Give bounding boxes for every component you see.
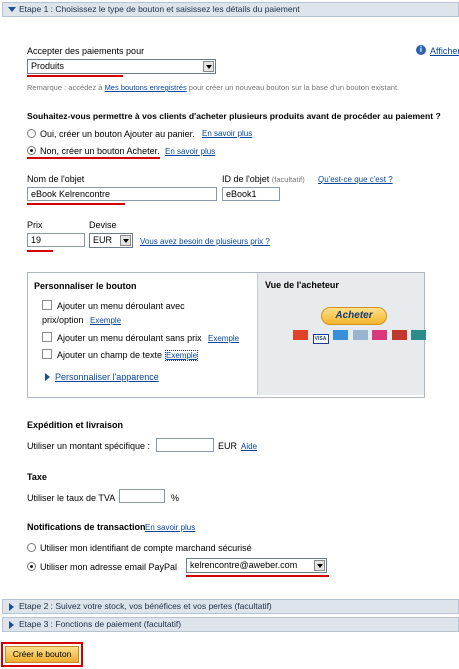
price-label: Prix	[27, 220, 43, 230]
example-link[interactable]: Exemple	[165, 350, 199, 361]
shipping-amount-field[interactable]	[156, 438, 214, 452]
item-id-optional: (facultatif)	[271, 175, 305, 184]
shipping-label: Utiliser un montant spécifique :	[27, 441, 151, 451]
bank-card-icon	[352, 330, 368, 340]
opt1-line1: Ajouter un menu déroulant avec	[57, 301, 185, 311]
highlight-underline	[27, 250, 53, 252]
buy-now-label: Acheter	[335, 310, 373, 321]
chevron-down-icon[interactable]	[120, 235, 131, 246]
customize-appearance-link[interactable]: Personnaliser l'apparence	[55, 372, 159, 382]
item-id-label: ID de l'objet (facultatif)	[222, 174, 305, 184]
currency-select[interactable]: EUR	[89, 233, 133, 248]
chevron-down-icon[interactable]	[203, 61, 214, 72]
notify-title: Notifications de transaction	[27, 522, 146, 532]
mastercard-icon	[293, 330, 308, 340]
card-logos: VISA	[293, 330, 427, 344]
step3-title: Etape 3 : Fonctions de paiement (faculta…	[19, 619, 182, 629]
radio-paypal-email[interactable]	[27, 562, 36, 571]
tax-unit: %	[171, 493, 180, 503]
help-link[interactable]: Afficher	[430, 46, 459, 56]
tax-rate-field[interactable]	[119, 489, 165, 503]
highlight-underline	[27, 157, 160, 159]
chevron-down-icon[interactable]	[314, 560, 325, 571]
currency-value: EUR	[93, 235, 113, 245]
payment-type-select[interactable]: Produits	[27, 59, 216, 74]
highlight-underline	[27, 75, 123, 77]
create-button-label: Créer le bouton	[12, 649, 72, 659]
highlight-underline	[27, 203, 125, 205]
card-icon	[372, 330, 388, 340]
tax-title: Taxe	[27, 472, 47, 482]
step1-title: Etape 1 : Choisissez le type de bouton e…	[19, 4, 300, 14]
expand-triangle-icon	[9, 603, 14, 611]
shipping-currency: EUR	[218, 441, 238, 451]
learn-more-link[interactable]: En savoir plus	[165, 147, 215, 156]
remark-text: Remarque : accédez à Mes boutons enregis…	[27, 83, 399, 92]
step2-title: Etape 2 : Suivez votre stock, vos bénéfi…	[19, 601, 272, 611]
item-name-label: Nom de l'objet	[27, 174, 85, 184]
step3-header[interactable]: Etape 3 : Fonctions de paiement (faculta…	[2, 617, 459, 632]
item-id-label-text: ID de l'objet	[222, 174, 270, 184]
example-link[interactable]: Exemple	[208, 334, 239, 343]
radio-merchant-id[interactable]	[27, 543, 36, 552]
item-name-field[interactable]: eBook Kelrencontre	[27, 187, 217, 201]
step2-header[interactable]: Etape 2 : Suivez votre stock, vos bénéfi…	[2, 599, 459, 614]
accept-label: Accepter des paiements pour	[27, 46, 145, 56]
collapse-triangle-icon	[8, 7, 16, 12]
checkbox-dropdown-price[interactable]	[42, 300, 52, 310]
currency-label: Devise	[89, 220, 117, 230]
radio-buy-now[interactable]	[27, 146, 36, 155]
option-secure-label: Utiliser mon identifiant de compte march…	[40, 543, 252, 553]
card-icon	[411, 330, 427, 340]
step1-header[interactable]: Etape 1 : Choisissez le type de bouton e…	[2, 2, 459, 17]
shipping-title: Expédition et livraison	[27, 420, 124, 430]
example-link[interactable]: Exemple	[90, 316, 121, 325]
payment-type-value: Produits	[31, 61, 65, 71]
notify-learn-more-link[interactable]: En savoir plus	[145, 523, 195, 532]
opt1-line2: prix/option	[42, 315, 84, 325]
option-yes-label: Oui, créer un bouton Ajouter au panier.	[40, 129, 195, 139]
create-button[interactable]: Créer le bouton	[5, 646, 79, 663]
amex-icon	[333, 330, 349, 340]
card-icon	[391, 330, 407, 340]
tax-label: Utiliser le taux de TVA	[27, 493, 116, 503]
item-id-help-link[interactable]: Qu'est-ce que c'est ?	[318, 175, 393, 184]
opt3-label: Ajouter un champ de texte	[57, 350, 163, 360]
learn-more-link[interactable]: En savoir plus	[202, 129, 252, 138]
shipping-help-link[interactable]: Aide	[241, 442, 257, 451]
expand-triangle-icon	[9, 621, 14, 629]
preview-title: Vue de l'acheteur	[265, 280, 339, 290]
option-no-label: Non, créer un bouton Acheter.	[40, 146, 160, 156]
price-field[interactable]: 19	[27, 233, 85, 247]
remark-prefix: Remarque : accédez à	[27, 83, 103, 92]
customize-title: Personnaliser le bouton	[34, 281, 137, 291]
help-icon[interactable]: i	[416, 45, 426, 55]
radio-add-to-cart[interactable]	[27, 129, 36, 138]
opt2-label: Ajouter un menu déroulant sans prix	[57, 333, 202, 343]
buy-now-preview-button[interactable]: Acheter	[321, 307, 387, 325]
checkbox-text-field[interactable]	[42, 349, 52, 359]
multi-question: Souhaitez-vous permettre à vos clients d…	[27, 111, 441, 121]
expand-triangle-icon	[45, 373, 50, 381]
remark-suffix: pour créer un nouveau bouton sur la base…	[188, 83, 400, 92]
paypal-email-value: kelrencontre@aweber.com	[190, 560, 298, 570]
option-email-label: Utiliser mon adresse email PayPal	[40, 562, 178, 572]
saved-buttons-link[interactable]: Mes boutons enregistrés	[105, 83, 187, 92]
visa-icon: VISA	[312, 334, 329, 344]
paypal-email-select[interactable]: kelrencontre@aweber.com	[186, 558, 327, 573]
item-id-field[interactable]: eBook1	[222, 187, 280, 201]
multiple-prices-link[interactable]: Vous avez besoin de plusieurs prix ?	[140, 237, 270, 246]
checkbox-dropdown-no-price[interactable]	[42, 332, 52, 342]
highlight-underline	[186, 575, 329, 577]
